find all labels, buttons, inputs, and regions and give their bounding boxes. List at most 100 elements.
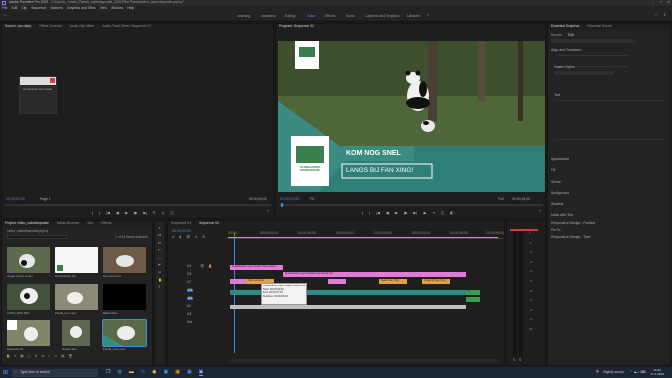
step-back-icon[interactable]: ◀|	[116, 211, 120, 216]
clock[interactable]: 15:26 27-1-2023	[650, 369, 664, 376]
track-v1[interactable]: V1	[187, 288, 194, 293]
solo-right-button[interactable]: S	[519, 358, 521, 362]
weather-icon[interactable]: ☀	[595, 370, 599, 375]
go-to-out-icon[interactable]: ▶|	[143, 211, 147, 216]
clip-naam[interactable]: Naam Fan Xing	[379, 279, 407, 284]
eg-browse[interactable]: Browse	[551, 33, 562, 37]
insert-icon[interactable]: ⎘	[153, 211, 156, 216]
workspace-color[interactable]: Color	[307, 14, 315, 18]
clip-langs[interactable]: Langs bij Fan Xing	[422, 279, 450, 284]
sort-icon[interactable]: ⇅	[34, 354, 37, 360]
source-timecode[interactable]: 00;00;00;00	[6, 197, 25, 202]
menu-edit[interactable]: Edit	[11, 6, 17, 10]
hand-tool-icon[interactable]: ✋	[158, 278, 162, 282]
mark-in-icon[interactable]: {	[92, 211, 93, 216]
taskbar-search-input[interactable]: ⌕ Type here to search	[12, 368, 99, 377]
find-icon[interactable]: ⌕	[48, 354, 50, 360]
menu-window[interactable]: Window	[111, 6, 123, 10]
teams-icon[interactable]: ▣	[187, 369, 192, 376]
clip-logo-sneak[interactable]: Ouwehands Logo Sneak Chaos Action	[230, 265, 283, 270]
tray-icons[interactable]: ⌃ ☁ ♪ ⌨	[630, 370, 646, 374]
new-item-icon[interactable]: ▤	[61, 354, 64, 360]
linked-selection-icon[interactable]: ⛓	[186, 235, 190, 239]
eg-appearance[interactable]: Appearance	[551, 157, 569, 161]
tab-sequence-02[interactable]: Sequence 02	[199, 221, 219, 225]
timeline-timecode[interactable]: 00;00;03;00	[172, 229, 191, 234]
tab-audio-clip-mixer[interactable]: Audio Clip Mixer	[70, 24, 95, 28]
program-resolution-select[interactable]: Full	[498, 197, 503, 201]
mark-out-icon[interactable]: }	[99, 211, 100, 216]
menu-sequence[interactable]: Sequence	[31, 6, 46, 10]
track-a3[interactable]: A3	[187, 312, 191, 316]
menu-view[interactable]: View	[100, 6, 107, 10]
type-tool-icon[interactable]: T	[158, 285, 162, 289]
export-frame-icon[interactable]: ◫	[170, 211, 173, 216]
track-mix[interactable]: Mix	[187, 320, 192, 324]
premiere-taskbar-icon[interactable]: ▣	[198, 369, 204, 376]
home-icon[interactable]: ⌂	[4, 13, 6, 17]
eg-master-styles[interactable]: Master Styles	[554, 65, 575, 69]
edge-icon[interactable]: ◍	[118, 369, 122, 376]
slip-tool-icon[interactable]: ↔	[158, 256, 162, 260]
trash-icon[interactable]: 🗑	[68, 354, 72, 360]
eg-mask-with-text[interactable]: Mask with Text	[551, 213, 573, 217]
program-scrubber[interactable]	[279, 204, 543, 206]
prog-mark-out-icon[interactable]: }	[369, 211, 370, 216]
timeline-ruler[interactable]: 00;00 00;00;05;00 00;00;10;00 00;00;15;0…	[228, 231, 504, 239]
step-forward-icon[interactable]: |▶	[134, 211, 138, 216]
prog-mark-in-icon[interactable]: {	[362, 211, 363, 216]
ripple-edit-icon[interactable]: ⇹	[158, 241, 162, 245]
program-timecode[interactable]: 00;00;03;00	[280, 197, 299, 202]
workspace-menu-icon[interactable]: »	[427, 13, 429, 17]
project-item-4[interactable]	[7, 284, 50, 310]
pen-tool-icon[interactable]: ✒	[158, 263, 162, 267]
prog-go-to-in-icon[interactable]: |◀	[376, 211, 380, 216]
snap-icon[interactable]: ⧫	[179, 235, 181, 239]
overwrite-icon[interactable]: ⎗	[162, 211, 165, 216]
track-v3[interactable]: V3	[187, 272, 191, 276]
tab-essential-sound[interactable]: Essential Sound	[587, 24, 612, 28]
timeline-settings-icon[interactable]: ⚙	[202, 235, 205, 239]
eg-fill[interactable]: Fill	[551, 168, 555, 172]
fullscreen-icon[interactable]: ⤢	[655, 13, 658, 17]
new-bin-icon[interactable]: ▭	[54, 354, 57, 360]
lift-icon[interactable]: ⏏	[423, 211, 426, 216]
tab-project[interactable]: Project: video_cakeekspostie	[5, 221, 49, 225]
go-to-in-icon[interactable]: |◀	[106, 211, 110, 216]
eg-align-transform[interactable]: Align and Transform	[551, 48, 581, 52]
add-marker-icon[interactable]: ▾	[195, 235, 197, 239]
project-item-9[interactable]	[102, 319, 147, 347]
workspace-editing[interactable]: Editing	[285, 14, 295, 18]
list-view-icon[interactable]: ≡	[14, 354, 16, 360]
rectangle-tool-icon[interactable]: ▭	[158, 271, 162, 275]
nest-icon[interactable]: ⧉	[172, 235, 174, 239]
illustrator-icon[interactable]: ▣	[175, 369, 180, 376]
lock-track-icon[interactable]: 🔓	[208, 264, 212, 268]
windows-start-icon[interactable]: ⊞	[3, 370, 8, 376]
freeform-view-icon[interactable]: ◻	[27, 354, 30, 360]
workspace-learning[interactable]: Learning	[237, 14, 250, 18]
prog-go-to-out-icon[interactable]: ▶|	[413, 211, 417, 216]
project-item-5[interactable]	[55, 284, 98, 310]
track-v2[interactable]: V2	[187, 280, 191, 284]
tab-sequence-01[interactable]: Sequence 01	[171, 221, 191, 225]
toggle-track-output-icon[interactable]: 👁	[200, 264, 204, 268]
clip-audio-waveform[interactable]	[230, 305, 466, 309]
work-area-bar[interactable]	[228, 237, 498, 238]
track-v4[interactable]: V4	[187, 264, 191, 268]
selection-tool-icon[interactable]: ➤	[158, 226, 162, 230]
tab-essential-graphics[interactable]: Essential Graphics	[551, 24, 579, 28]
clip-logo-loop[interactable]: Ouwehands Logo Sneak/Loop Panda Fan	[283, 272, 466, 277]
program-monitor-frame[interactable]: KOM NOG SNEL LANGS BIJ FAN XING! OUWEHAN…	[278, 41, 545, 192]
comparison-view-icon[interactable]: ◧	[450, 211, 453, 216]
source-settings-icon[interactable]: +	[267, 209, 269, 213]
clip-v2-b[interactable]	[328, 279, 346, 284]
track-a2[interactable]: A2	[187, 304, 191, 308]
workspace-captions[interactable]: Captions and Graphics	[365, 14, 400, 18]
program-settings-icon[interactable]: +	[539, 209, 541, 213]
track-select-icon[interactable]: ⇉	[158, 233, 162, 237]
automate-icon[interactable]: ⇉	[41, 354, 44, 360]
play-icon[interactable]: ▶	[125, 211, 128, 216]
workspace-assembly[interactable]: Assembly	[261, 14, 276, 18]
program-fit-select[interactable]: Fit	[310, 197, 314, 201]
